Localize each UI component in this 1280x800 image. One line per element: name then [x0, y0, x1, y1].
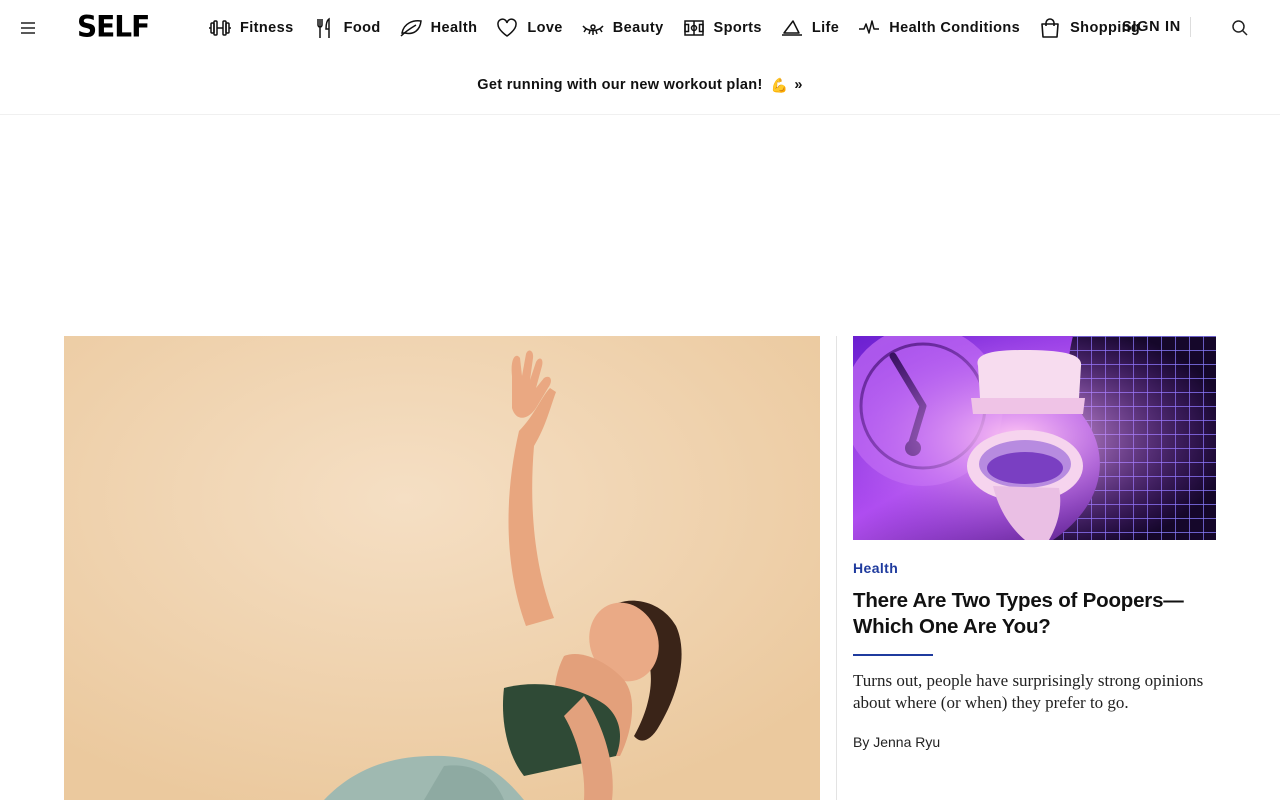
author-link[interactable]: Jenna Ryu [873, 734, 940, 750]
nav-item-love[interactable]: Love [495, 16, 562, 40]
toilet-clock-illustration [853, 336, 1216, 540]
nav-label: Food [343, 20, 381, 36]
nav-divider [1190, 17, 1191, 37]
nav-item-health[interactable]: Health [399, 16, 478, 40]
site-header: SELF Fitness Food Health Love Beauty Spo… [0, 0, 1280, 56]
story-category-link[interactable]: Health [853, 560, 898, 576]
nav-item-beauty[interactable]: Beauty [581, 16, 664, 40]
hamburger-menu-icon[interactable] [18, 18, 38, 38]
nav-label: Fitness [240, 20, 294, 36]
headline-rule [853, 654, 933, 656]
nav-label: Health [430, 20, 478, 36]
nav-item-health-conditions[interactable]: Health Conditions [857, 16, 1020, 40]
promo-text: Get running with our new workout plan! [477, 77, 763, 93]
shopping-bag-icon [1038, 16, 1062, 40]
ad-slot [0, 116, 1280, 336]
sign-in-link[interactable]: SIGN IN [1122, 19, 1181, 35]
nav-label: Beauty [612, 20, 664, 36]
story-dek: Turns out, people have surprisingly stro… [853, 671, 1204, 712]
eyelash-icon [581, 16, 605, 40]
flexed-biceps-emoji: 💪 [770, 76, 789, 93]
column-divider [836, 336, 837, 800]
nav-item-fitness[interactable]: Fitness [208, 16, 294, 40]
story-byline: By Jenna Ryu [853, 734, 940, 750]
nav-label: Health Conditions [889, 20, 1021, 36]
pulse-icon [857, 16, 881, 40]
nav-label: Life [811, 20, 840, 36]
promo-arrow: » [794, 77, 803, 93]
nav-label: Love [527, 20, 563, 36]
promo-link[interactable]: Get running with our new workout plan! 💪… [477, 77, 802, 94]
self-logo[interactable]: SELF [77, 9, 150, 44]
hero-illustration [64, 336, 820, 800]
main-nav: Fitness Food Health Love Beauty Sports L… [208, 15, 1158, 41]
heart-icon [495, 16, 519, 40]
dumbbell-icon [208, 16, 232, 40]
fork-knife-icon [312, 16, 336, 40]
promo-banner: Get running with our new workout plan! 💪… [0, 56, 1280, 115]
nav-item-sports[interactable]: Sports [682, 16, 762, 40]
story-headline[interactable]: There Are Two Types of Poopers—Which One… [853, 588, 1203, 640]
search-icon[interactable] [1230, 18, 1250, 38]
sailboat-icon [780, 16, 804, 40]
leaf-icon [399, 16, 423, 40]
byline-prefix: By [853, 734, 874, 750]
hero-image[interactable] [64, 336, 820, 800]
story-image[interactable] [853, 336, 1216, 540]
nav-item-food[interactable]: Food [312, 16, 381, 40]
nav-item-life[interactable]: Life [780, 16, 839, 40]
nav-label: Sports [713, 20, 762, 36]
field-icon [682, 16, 706, 40]
